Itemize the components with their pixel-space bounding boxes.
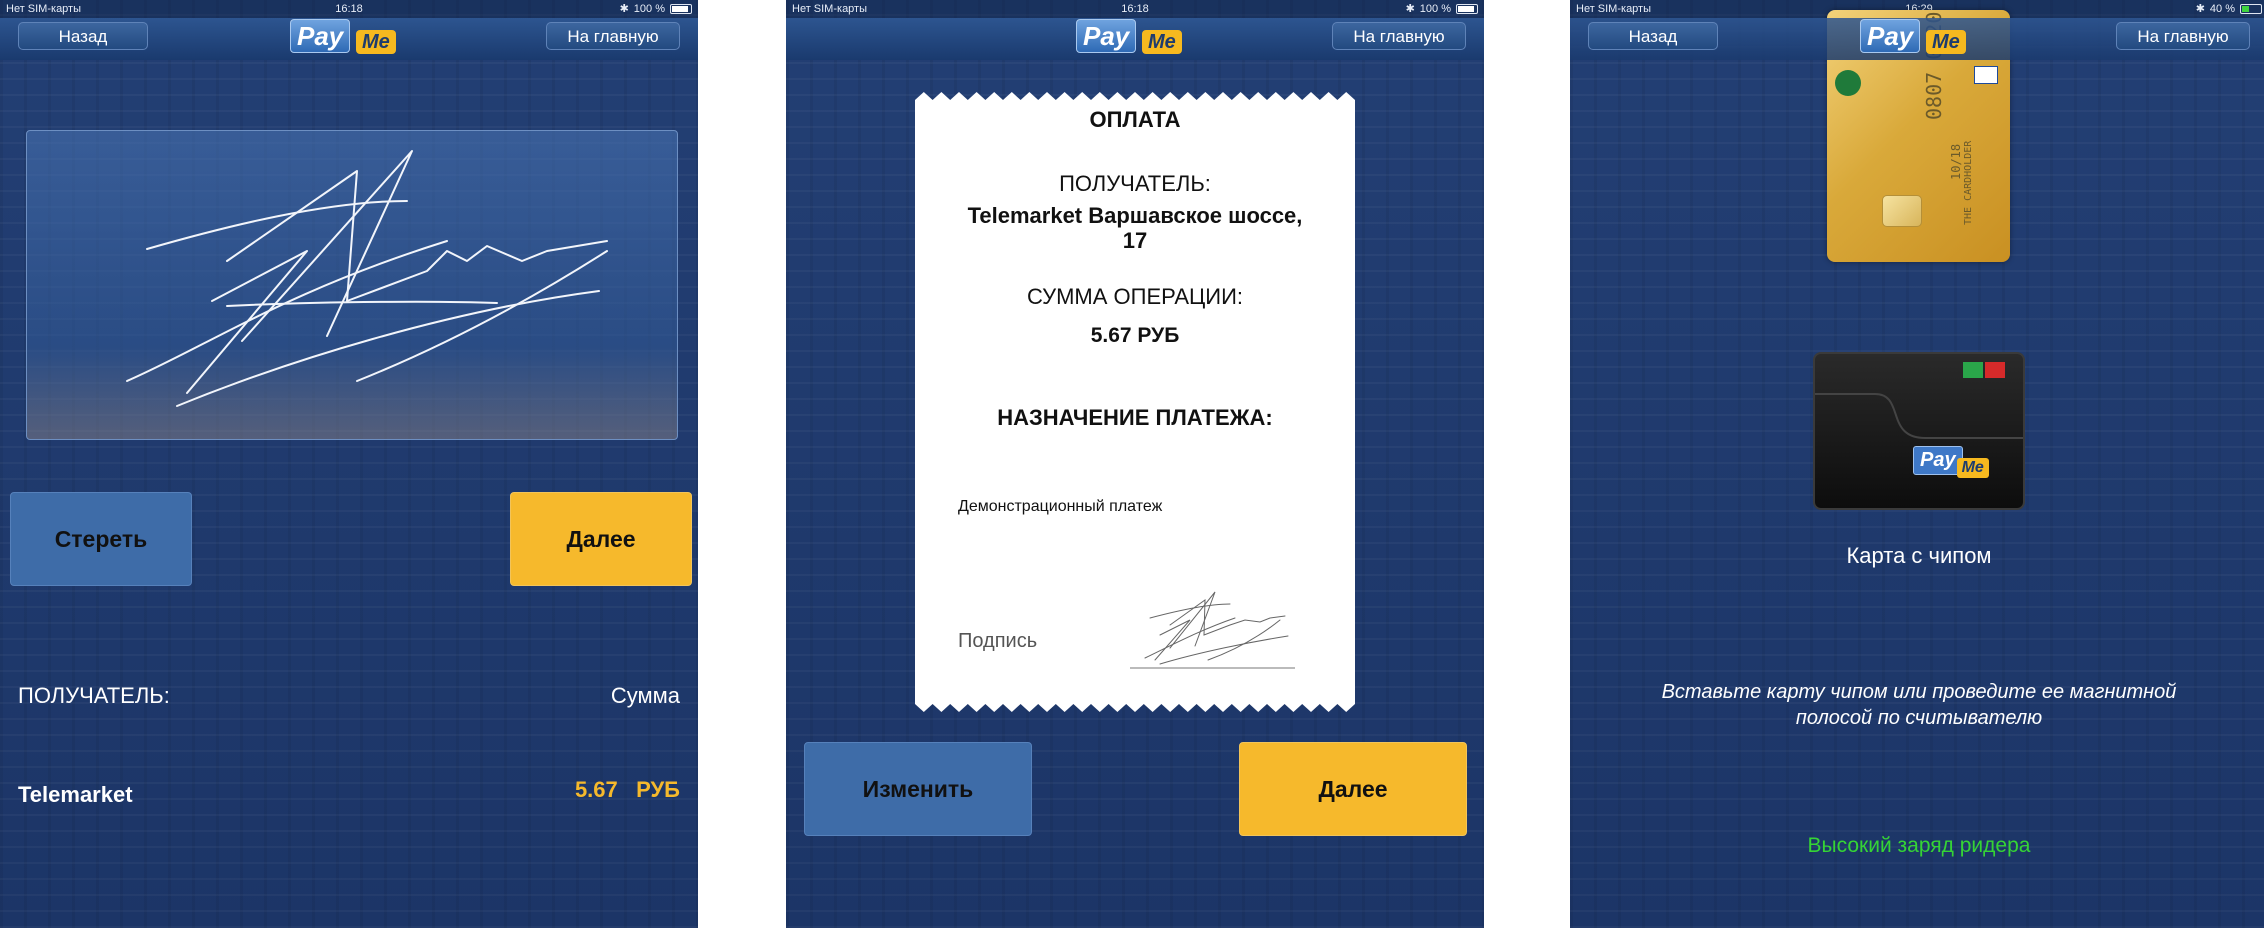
battery-icon	[2240, 4, 2262, 14]
battery-percent: 40 %	[2209, 3, 2235, 15]
bank-logo-icon	[1835, 70, 1861, 96]
card-chip-icon	[1882, 195, 1922, 227]
home-button[interactable]: На главную	[1332, 22, 1466, 50]
card-brand-icon	[1974, 66, 1998, 84]
erase-button[interactable]: Стереть	[10, 492, 192, 586]
receipt-purpose-value: Демонстрационный платеж	[958, 498, 1163, 515]
nav-bar: Назад Pay Me На главную	[1570, 18, 2264, 60]
card-expiry: 10/18	[1949, 143, 1963, 180]
nav-bar: Pay Me На главную	[786, 18, 1484, 60]
instruction-line2: полосой по считывателю	[1795, 707, 2043, 729]
battery-icon	[670, 4, 692, 14]
signature-stroke	[126, 150, 608, 407]
receipt-amount-label: СУММА ОПЕРАЦИИ:	[1026, 284, 1244, 309]
bluetooth-icon: ✱	[619, 3, 629, 15]
reader-payme-logo: Pay Me	[1913, 446, 1995, 478]
receipt-title: ОПЛАТА	[1089, 107, 1181, 132]
back-button[interactable]: Назад	[1588, 22, 1718, 50]
card-reader-image: Pay Me	[1813, 352, 2025, 510]
battery-percent: 100 %	[1419, 3, 1451, 15]
bluetooth-icon: ✱	[2195, 3, 2205, 15]
receipt-recipient-label: ПОЛУЧАТЕЛЬ:	[1059, 171, 1211, 196]
signature-screen: Нет SIM-карты 16:18 ✱ 100 % Назад Pay Me…	[0, 0, 698, 928]
battery-icon	[1456, 4, 1478, 14]
receipt-signature-label: Подпись	[958, 630, 1038, 652]
clock: 16:18	[335, 3, 363, 15]
amount-label: Сумма	[610, 683, 680, 708]
receipt-amount-value: 5.67 РУБ	[1090, 324, 1180, 347]
bluetooth-icon: ✱	[1405, 3, 1415, 15]
payme-logo: Pay Me	[1072, 18, 1198, 56]
change-button[interactable]: Изменить	[804, 742, 1032, 836]
status-bar: Нет SIM-карты 16:18 ✱ 100 %	[0, 0, 698, 18]
payme-logo: Pay Me	[286, 18, 412, 56]
receipt-recipient-line2: 17	[1122, 228, 1148, 253]
card-reader-screen: Нет SIM-карты 16:29 ✱ 40 % 0807 0620 10/…	[1570, 0, 2264, 928]
home-button[interactable]: На главную	[2116, 22, 2250, 50]
instruction-line1: Вставьте карту чипом или проведите ее ма…	[1661, 681, 2177, 703]
amount-value: 5.67 РУБ	[574, 777, 680, 802]
back-button[interactable]: Назад	[18, 22, 148, 50]
receipt-screen: Нет SIM-карты 16:18 ✱ 100 % Pay Me На гл…	[786, 0, 1484, 928]
receipt-signature	[1130, 580, 1310, 670]
receipt-purpose-label: НАЗНАЧЕНИЕ ПЛАТЕЖА:	[997, 405, 1273, 430]
card-holder: THE CARDHOLDER	[1963, 140, 1974, 225]
reader-caption: Карта с чипом	[1846, 543, 1992, 568]
reader-slot-outline	[1815, 393, 2023, 439]
clock: 16:18	[1121, 3, 1149, 15]
reader-battery-status: Высокий заряд ридера	[1807, 834, 2031, 857]
receipt-recipient-line1: Telemarket Варшавское шоссе,	[967, 203, 1303, 228]
home-button[interactable]: На главную	[546, 22, 680, 50]
nav-bar: Назад Pay Me На главную	[0, 18, 698, 60]
next-button[interactable]: Далее	[510, 492, 692, 586]
status-bar: Нет SIM-карты 16:18 ✱ 100 %	[786, 0, 1484, 18]
payme-logo: Pay Me	[1856, 18, 1982, 56]
signature-pad[interactable]	[26, 130, 678, 440]
next-button[interactable]: Далее	[1239, 742, 1467, 836]
battery-percent: 100 %	[633, 3, 665, 15]
receipt: ОПЛАТА ПОЛУЧАТЕЛЬ: Telemarket Варшавское…	[915, 92, 1355, 712]
recipient-label: ПОЛУЧАТЕЛЬ:	[18, 683, 170, 708]
recipient-value: Telemarket	[18, 782, 133, 807]
